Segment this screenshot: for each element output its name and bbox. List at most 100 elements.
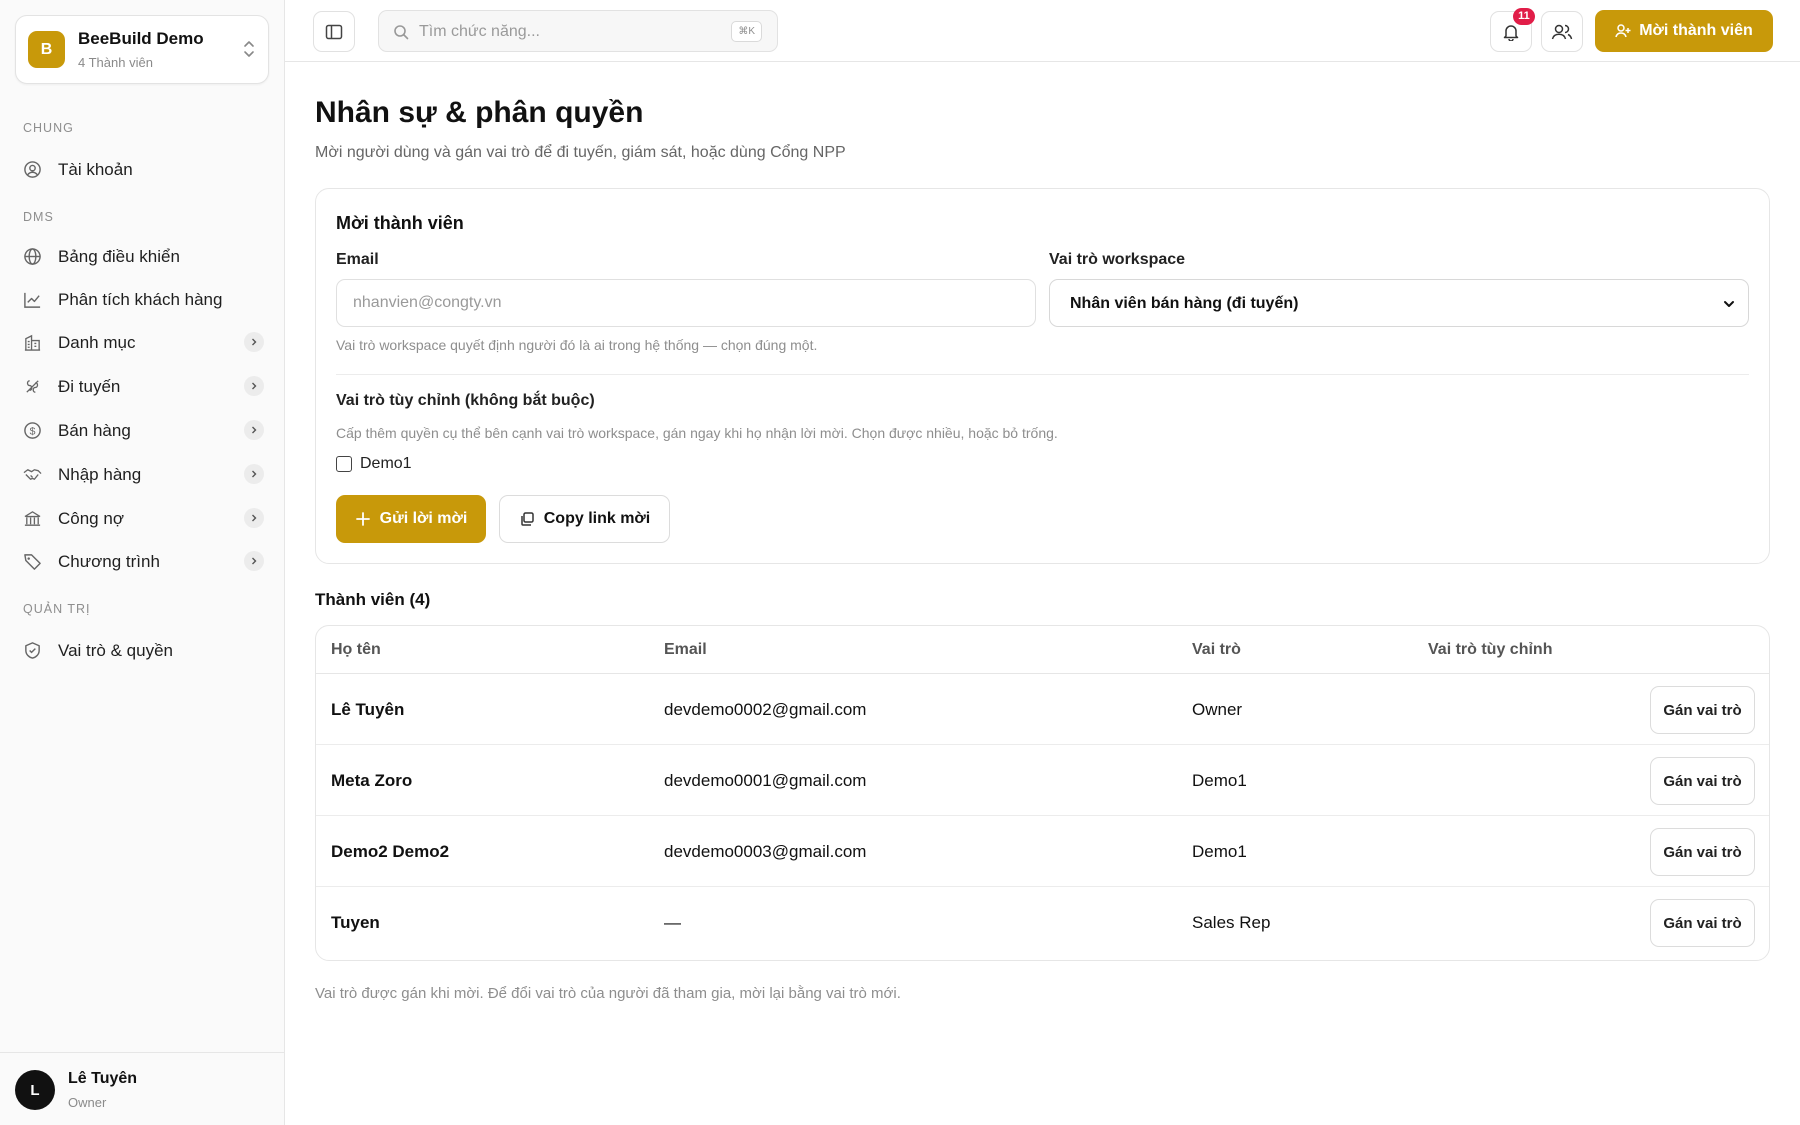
send-invite-label: Gửi lời mời	[379, 510, 468, 527]
workspace-role-select[interactable]: Nhân viên bán hàng (đi tuyến)	[1049, 279, 1749, 327]
sidebar-item-customer-analytics[interactable]: Phân tích khách hàng	[12, 280, 273, 318]
copy-invite-link-button[interactable]: Copy link mời	[499, 495, 670, 543]
workspace-member-count: 4 Thành viên	[78, 55, 153, 70]
custom-role-title: Vai trò tùy chỉnh (không bắt buộc)	[336, 392, 595, 409]
members-table: Họ tên Email Vai trò Vai trò tùy chỉnh L…	[315, 625, 1770, 961]
chevron-right-icon[interactable]	[244, 551, 264, 571]
globe-icon	[24, 248, 41, 265]
page-description: Mời người dùng và gán vai trò để đi tuyế…	[315, 144, 846, 161]
member-role: Demo1	[1192, 771, 1247, 790]
handshake-icon	[23, 469, 42, 480]
assign-role-button[interactable]: Gán vai trò	[1650, 899, 1755, 947]
email-field[interactable]	[336, 279, 1036, 327]
sidebar-item-roles-permissions[interactable]: Vai trò & quyền	[12, 631, 273, 669]
custom-role-hint: Cấp thêm quyền cụ thể bên cạnh vai trò w…	[336, 425, 1058, 441]
table-row: Lê Tuyên devdemo0002@gmail.com Owner Gán…	[316, 674, 1769, 745]
chevron-right-icon[interactable]	[244, 508, 264, 528]
divider	[336, 374, 1749, 375]
table-header: Họ tên Email Vai trò Vai trò tùy chỉnh	[316, 626, 1769, 674]
sidebar-item-label: Bán hàng	[58, 421, 131, 440]
table-row: Meta Zoro devdemo0001@gmail.com Demo1 Gá…	[316, 745, 1769, 816]
user-plus-icon	[1615, 24, 1631, 38]
trend-chart-icon	[24, 292, 41, 308]
column-header-email: Email	[664, 641, 707, 658]
current-user-role: Owner	[68, 1095, 107, 1110]
bell-icon	[1503, 24, 1519, 41]
workspace-switcher[interactable]: B BeeBuild Demo 4 Thành viên	[15, 15, 269, 84]
sidebar-toggle-button[interactable]	[313, 11, 355, 52]
sidebar-item-label: Vai trò & quyền	[58, 641, 173, 660]
sidebar-item-label: Đi tuyến	[58, 377, 121, 396]
chevron-down-icon	[1724, 301, 1734, 307]
search-box[interactable]: ⌘K	[378, 10, 778, 52]
sidebar-item-label: Nhập hàng	[58, 465, 142, 484]
notifications-button[interactable]: 11	[1490, 8, 1535, 52]
invite-member-top-label: Mời thành viên	[1639, 22, 1753, 39]
table-row: Demo2 Demo2 devdemo0003@gmail.com Demo1 …	[316, 816, 1769, 887]
member-name: Tuyen	[331, 913, 380, 932]
member-email: devdemo0003@gmail.com	[664, 842, 867, 861]
sidebar-item-label: Tài khoản	[58, 160, 133, 179]
column-header-name: Họ tên	[331, 641, 381, 658]
user-circle-icon	[24, 161, 41, 178]
workspace-logo: B	[28, 31, 65, 68]
assign-role-button[interactable]: Gán vai trò	[1650, 686, 1755, 734]
invite-card: Mời thành viên Email Vai trò workspace N…	[315, 188, 1770, 564]
sidebar-item-label: Công nợ	[58, 509, 124, 528]
sidebar: B BeeBuild Demo 4 Thành viên CHUNG Tài k…	[0, 0, 285, 1125]
search-icon	[394, 25, 409, 40]
bank-icon	[24, 511, 41, 526]
notification-count-badge: 11	[1513, 8, 1535, 25]
page-title: Nhân sự & phân quyền	[315, 96, 644, 129]
chevron-right-icon[interactable]	[244, 376, 264, 396]
sidebar-item-catalog[interactable]: Danh mục	[12, 323, 273, 361]
sidebar-item-dashboard[interactable]: Bảng điều khiển	[12, 237, 273, 275]
svg-text:$: $	[30, 426, 36, 437]
member-name: Lê Tuyên	[331, 700, 405, 719]
topbar: ⌘K 11 Mời thành viên	[285, 0, 1800, 62]
building-icon	[24, 334, 41, 351]
sidebar-item-sales[interactable]: $ Bán hàng	[12, 411, 273, 449]
custom-role-checkbox[interactable]	[336, 456, 352, 472]
sidebar-item-purchasing[interactable]: Nhập hàng	[12, 455, 273, 493]
avatar: L	[15, 1070, 55, 1110]
custom-role-option-label: Demo1	[360, 455, 412, 472]
invite-card-title: Mời thành viên	[336, 213, 464, 233]
custom-role-option-demo1[interactable]: Demo1	[336, 455, 412, 473]
section-label-general: CHUNG	[23, 121, 74, 135]
copy-invite-link-label: Copy link mời	[543, 510, 651, 527]
column-header-role: Vai trò	[1192, 641, 1241, 658]
member-role: Owner	[1192, 700, 1243, 719]
section-label-admin: QUẢN TRỊ	[23, 602, 91, 616]
shield-check-icon	[25, 642, 40, 659]
sidebar-item-label: Chương trình	[58, 552, 160, 571]
workspace-role-value: Nhân viên bán hàng (đi tuyến)	[1070, 295, 1299, 312]
assign-role-button[interactable]: Gán vai trò	[1650, 828, 1755, 876]
current-user-name: Lê Tuyên	[68, 1070, 138, 1087]
sidebar-panel-icon	[325, 24, 343, 39]
column-header-custom-role: Vai trò tùy chỉnh	[1428, 641, 1553, 658]
tag-icon	[24, 554, 41, 570]
sidebar-item-label: Bảng điều khiển	[58, 247, 180, 266]
workspace-name: BeeBuild Demo	[78, 29, 204, 48]
member-email: devdemo0002@gmail.com	[664, 700, 867, 719]
member-role: Sales Rep	[1192, 913, 1271, 932]
chevron-right-icon[interactable]	[244, 464, 264, 484]
sidebar-item-routes[interactable]: Đi tuyến	[12, 367, 273, 405]
search-shortcut-hint: ⌘K	[731, 21, 762, 42]
invite-member-top-button[interactable]: Mời thành viên	[1595, 10, 1773, 52]
members-footnote: Vai trò được gán khi mời. Để đổi vai trò…	[315, 985, 901, 1002]
sidebar-item-programs[interactable]: Chương trình	[12, 542, 273, 580]
send-invite-button[interactable]: Gửi lời mời	[336, 495, 486, 543]
search-input[interactable]	[419, 20, 709, 44]
current-user-card[interactable]: L Lê Tuyên Owner	[0, 1052, 284, 1125]
chevron-right-icon[interactable]	[244, 332, 264, 352]
team-button[interactable]	[1541, 11, 1583, 52]
chevron-up-down-icon	[244, 41, 254, 57]
sidebar-item-debts[interactable]: Công nợ	[12, 499, 273, 537]
member-role: Demo1	[1192, 842, 1247, 861]
chevron-right-icon[interactable]	[244, 420, 264, 440]
sidebar-item-account[interactable]: Tài khoản	[12, 150, 273, 188]
sidebar-item-label: Danh mục	[58, 333, 136, 352]
assign-role-button[interactable]: Gán vai trò	[1650, 757, 1755, 805]
